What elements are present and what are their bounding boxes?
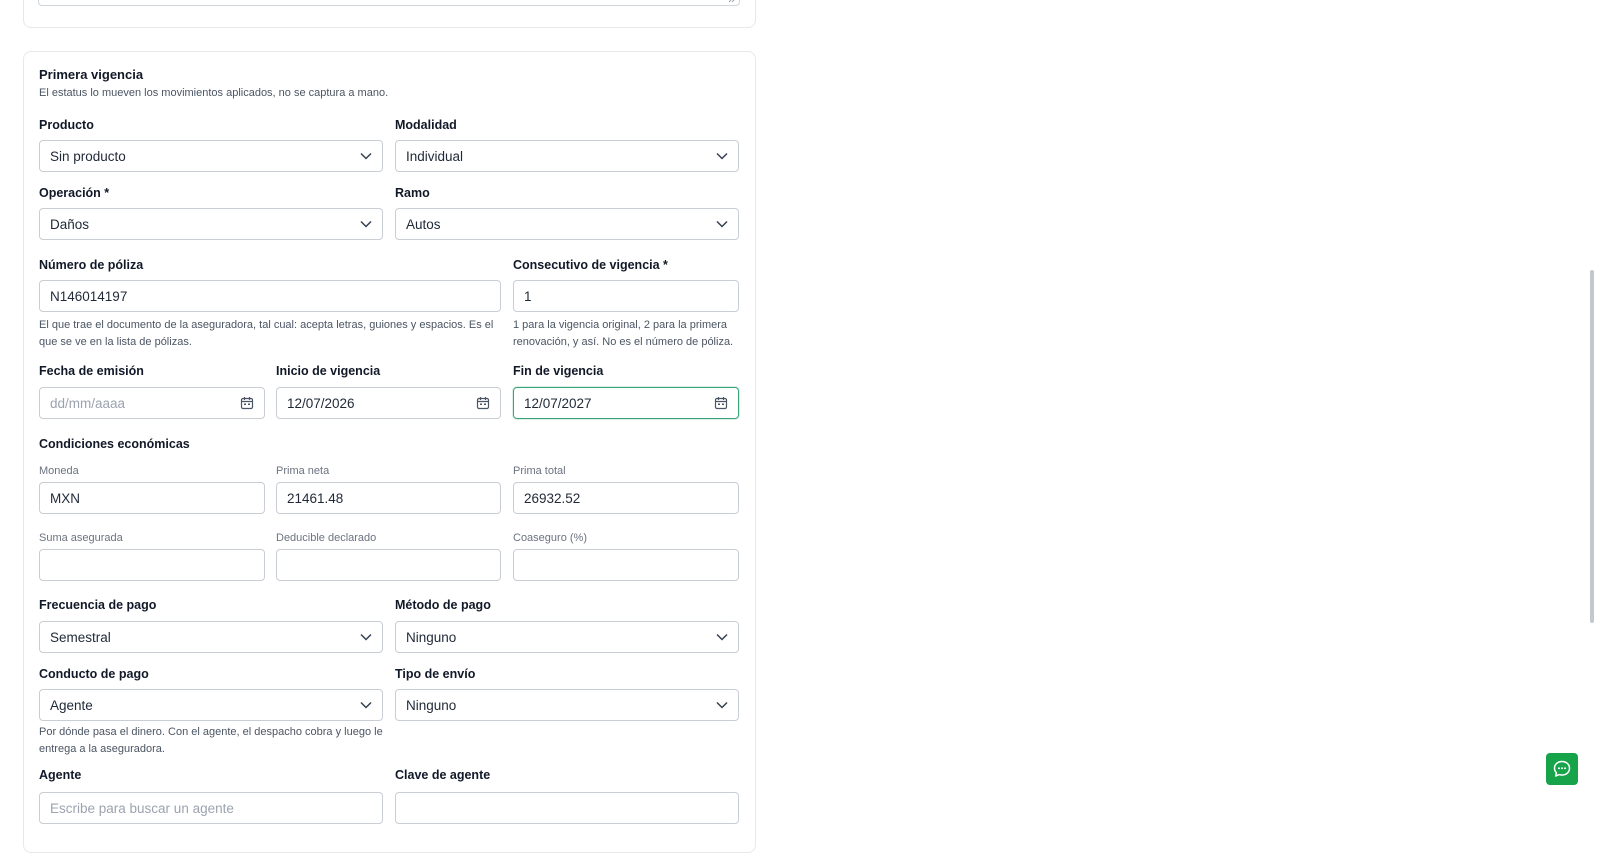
frecuencia-pago-value: Semestral bbox=[50, 629, 111, 645]
ramo-select[interactable]: Autos bbox=[395, 208, 739, 240]
section-title: Primera vigencia bbox=[39, 67, 144, 82]
consecutivo-value: 1 bbox=[524, 288, 532, 304]
moneda-label: Moneda bbox=[39, 465, 79, 477]
prima-neta-label: Prima neta bbox=[276, 465, 330, 477]
previous-textarea[interactable] bbox=[38, 0, 740, 6]
inicio-vigencia-input[interactable]: 12/07/2026 bbox=[276, 387, 501, 419]
fecha-emision-input[interactable]: dd/mm/aaaa bbox=[39, 387, 265, 419]
fin-vigencia-value: 12/07/2027 bbox=[524, 395, 592, 411]
moneda-input[interactable]: MXN bbox=[39, 482, 265, 514]
numero-poliza-label: Número de póliza bbox=[39, 258, 144, 272]
clave-agente-label: Clave de agente bbox=[395, 768, 491, 782]
consecutivo-help: 1 para la vigencia original, 2 para la p… bbox=[513, 319, 734, 348]
ramo-value: Autos bbox=[406, 216, 441, 232]
prima-total-label: Prima total bbox=[513, 465, 566, 477]
section-subtitle: El estatus lo mueven los movimientos apl… bbox=[39, 87, 389, 99]
producto-value: Sin producto bbox=[50, 148, 126, 164]
agente-label: Agente bbox=[39, 768, 82, 782]
conducto-pago-select[interactable]: Agente bbox=[39, 689, 383, 721]
coaseguro-label: Coaseguro (%) bbox=[513, 532, 587, 544]
tipo-envio-label: Tipo de envío bbox=[395, 667, 476, 681]
conducto-pago-value: Agente bbox=[50, 697, 93, 713]
chat-button[interactable] bbox=[1546, 753, 1578, 785]
calendar-icon[interactable] bbox=[714, 396, 728, 410]
chevron-down-icon bbox=[716, 220, 728, 228]
consecutivo-input[interactable]: 1 bbox=[513, 280, 739, 312]
suma-asegurada-label: Suma asegurada bbox=[39, 532, 123, 544]
prima-neta-value: 21461.48 bbox=[287, 490, 344, 506]
fecha-emision-placeholder: dd/mm/aaaa bbox=[50, 395, 126, 411]
fin-vigencia-label: Fin de vigencia bbox=[513, 364, 604, 378]
fin-vigencia-input[interactable]: 12/07/2027 bbox=[513, 387, 739, 419]
economic-title: Condiciones económicas bbox=[39, 437, 190, 451]
frecuencia-pago-select[interactable]: Semestral bbox=[39, 621, 383, 653]
agente-placeholder: Escribe para buscar un agente bbox=[50, 800, 234, 816]
metodo-pago-select[interactable]: Ninguno bbox=[395, 621, 739, 653]
deducible-label: Deducible declarado bbox=[276, 532, 377, 544]
calendar-icon[interactable] bbox=[240, 396, 254, 410]
prima-total-value: 26932.52 bbox=[524, 490, 581, 506]
agente-search-input[interactable]: Escribe para buscar un agente bbox=[39, 792, 383, 824]
fecha-emision-label: Fecha de emisión bbox=[39, 364, 144, 378]
coaseguro-input[interactable] bbox=[513, 549, 739, 581]
modalidad-label: Modalidad bbox=[395, 118, 457, 132]
inicio-vigencia-value: 12/07/2026 bbox=[287, 395, 355, 411]
chevron-down-icon bbox=[716, 152, 728, 160]
previous-section-card bbox=[23, 0, 756, 28]
moneda-value: MXN bbox=[50, 490, 80, 506]
consecutivo-label: Consecutivo de vigencia * bbox=[513, 258, 668, 272]
prima-total-input[interactable]: 26932.52 bbox=[513, 482, 739, 514]
chevron-down-icon bbox=[360, 633, 372, 641]
calendar-icon[interactable] bbox=[476, 396, 490, 410]
frecuencia-pago-label: Frecuencia de pago bbox=[39, 598, 157, 612]
chevron-down-icon bbox=[360, 701, 372, 709]
conducto-pago-help: Por dónde pasa el dinero. Con el agente,… bbox=[39, 726, 383, 755]
operacion-label: Operación * bbox=[39, 186, 110, 200]
numero-poliza-value: N146014197 bbox=[50, 288, 128, 304]
clave-agente-input[interactable] bbox=[395, 792, 739, 824]
modalidad-value: Individual bbox=[406, 148, 464, 164]
chevron-down-icon bbox=[716, 701, 728, 709]
chevron-down-icon bbox=[716, 633, 728, 641]
operacion-select[interactable]: Daños bbox=[39, 208, 383, 240]
metodo-pago-label: Método de pago bbox=[395, 598, 491, 612]
chevron-down-icon bbox=[360, 152, 372, 160]
chat-icon bbox=[1553, 760, 1571, 777]
ramo-label: Ramo bbox=[395, 186, 430, 200]
deducible-input[interactable] bbox=[276, 549, 501, 581]
inicio-vigencia-label: Inicio de vigencia bbox=[276, 364, 381, 378]
page-scrollbar-thumb[interactable] bbox=[1590, 270, 1594, 623]
modalidad-select[interactable]: Individual bbox=[395, 140, 739, 172]
chevron-down-icon bbox=[360, 220, 372, 228]
tipo-envio-value: Ninguno bbox=[406, 697, 457, 713]
resize-grip-icon[interactable] bbox=[728, 0, 736, 3]
producto-select[interactable]: Sin producto bbox=[39, 140, 383, 172]
tipo-envio-select[interactable]: Ninguno bbox=[395, 689, 739, 721]
metodo-pago-value: Ninguno bbox=[406, 629, 457, 645]
prima-neta-input[interactable]: 21461.48 bbox=[276, 482, 501, 514]
operacion-value: Daños bbox=[50, 216, 90, 232]
numero-poliza-input[interactable]: N146014197 bbox=[39, 280, 501, 312]
suma-asegurada-input[interactable] bbox=[39, 549, 265, 581]
conducto-pago-label: Conducto de pago bbox=[39, 667, 149, 681]
producto-label: Producto bbox=[39, 118, 94, 132]
numero-poliza-help: El que trae el documento de la asegurado… bbox=[39, 319, 494, 348]
